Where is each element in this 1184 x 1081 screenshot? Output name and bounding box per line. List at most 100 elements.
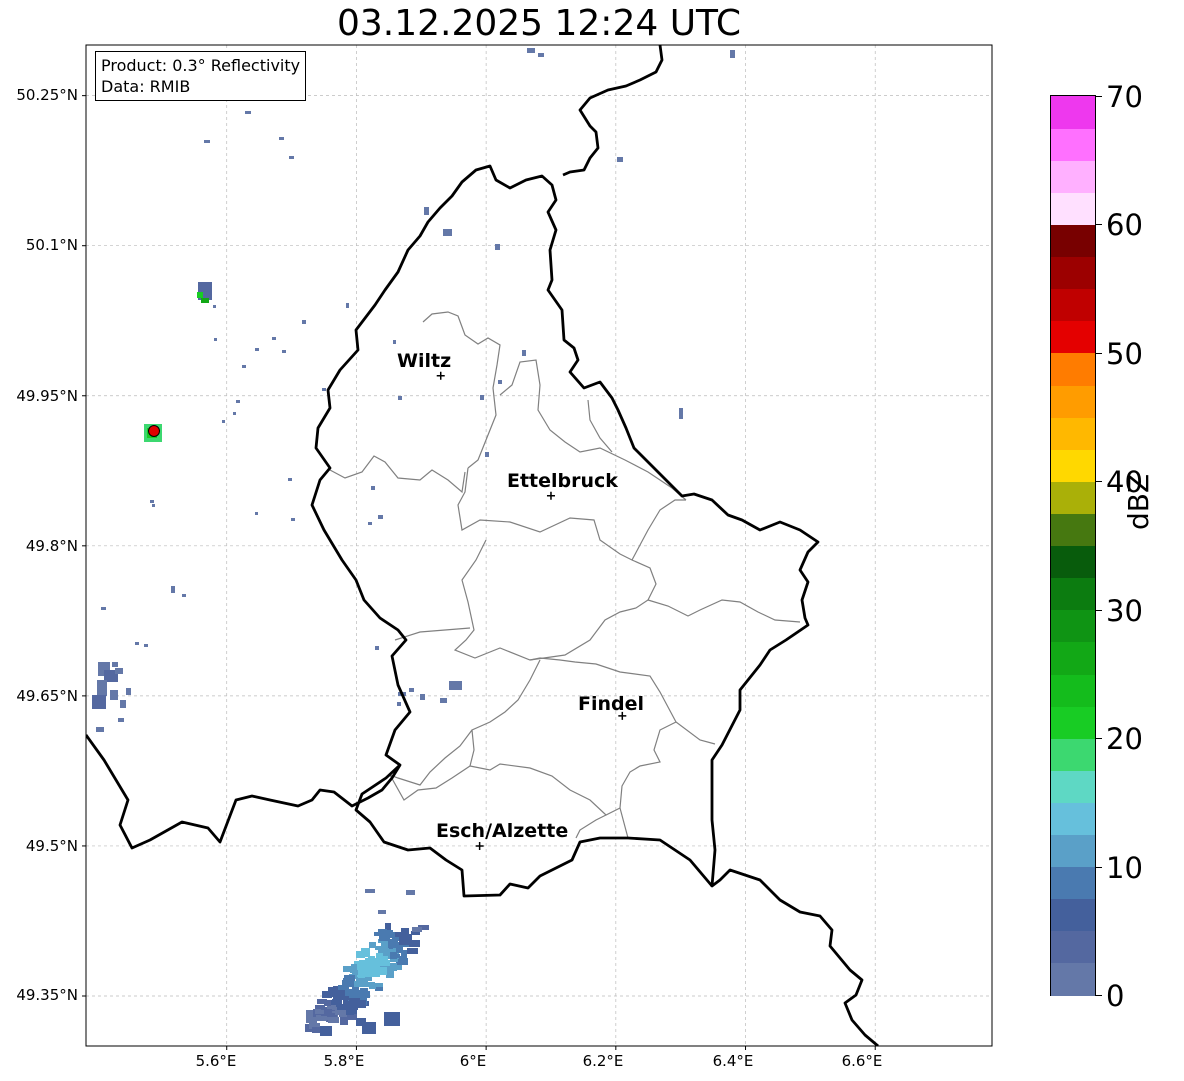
echo-cell	[112, 662, 118, 667]
echo-cell	[302, 320, 306, 324]
axis-tickmarks	[82, 95, 876, 1050]
echo-cell	[440, 698, 447, 703]
city-marker	[546, 491, 555, 500]
echo-cell	[288, 478, 292, 481]
colorbar-segment	[1051, 192, 1095, 226]
echo-cell	[150, 500, 154, 503]
echo-cell	[538, 53, 544, 57]
echo-cell	[390, 965, 402, 970]
echo-cell	[343, 966, 352, 972]
echo-cell	[324, 1000, 331, 1006]
echo-cell	[272, 337, 276, 340]
echo-cell	[337, 1004, 347, 1010]
echo-cell	[409, 688, 414, 692]
colorbar-segment	[1051, 577, 1095, 611]
city-label-ettelbruck: Ettelbruck	[507, 470, 618, 492]
lat-tick-label: 49.95°N	[16, 387, 78, 405]
canton-boundaries	[329, 311, 801, 839]
echo-cell	[322, 388, 326, 391]
echo-cell	[480, 395, 484, 400]
echo-cell	[352, 986, 359, 994]
colorbar-segment	[1051, 673, 1095, 707]
echo-cell	[398, 396, 402, 400]
echo-cell	[233, 412, 236, 415]
echo-cell	[236, 400, 240, 403]
colorbar-tick-label: 70	[1106, 80, 1143, 114]
colorbar-tickmark	[1096, 867, 1102, 868]
echo-cell	[96, 727, 104, 732]
colorbar-segment	[1051, 384, 1095, 418]
colorbar-segment	[1051, 288, 1095, 322]
lon-tick-label: 6°E	[459, 1052, 487, 1070]
echo-cell	[397, 702, 401, 706]
echo-cell	[401, 950, 407, 956]
echo-cell	[306, 1017, 317, 1023]
radar-echoes	[92, 48, 735, 1036]
colorbar-segment	[1051, 481, 1095, 514]
echo-cell	[197, 292, 203, 298]
city-markers	[436, 371, 627, 850]
echo-cell	[110, 690, 118, 700]
radar-map	[82, 44, 993, 1050]
colorbar-segment	[1051, 417, 1095, 450]
graticule	[86, 45, 992, 1046]
colorbar-segment	[1051, 706, 1095, 739]
echo-cell	[386, 970, 394, 978]
lon-tick-label: 5.6°E	[195, 1052, 237, 1070]
echo-cell	[379, 960, 390, 966]
echo-cell	[333, 990, 345, 995]
colorbar-tickmark	[1096, 224, 1102, 225]
echo-cell	[375, 646, 379, 650]
echo-cell	[527, 48, 535, 53]
colorbar-segment	[1051, 770, 1095, 803]
lon-tick-label: 6.2°E	[582, 1052, 624, 1070]
echo-cell	[449, 681, 462, 690]
echo-cell	[291, 518, 295, 521]
lat-tick-label: 49.35°N	[16, 986, 78, 1004]
echo-cell	[443, 229, 452, 236]
echo-cell	[522, 350, 526, 356]
echo-cell	[171, 586, 175, 593]
dbz-colorbar	[1050, 95, 1096, 996]
echo-cell	[316, 1010, 324, 1014]
echo-cell	[485, 452, 489, 457]
echo-cell	[222, 420, 225, 423]
colorbar-segment	[1051, 930, 1095, 964]
echo-cell	[412, 927, 422, 932]
echo-cell	[376, 953, 383, 958]
echo-cell	[101, 607, 106, 610]
echo-cell	[393, 340, 396, 344]
echo-cell	[242, 365, 246, 368]
echo-cell	[118, 718, 124, 722]
colorbar-segment	[1051, 545, 1095, 579]
echo-cell	[358, 991, 370, 998]
city-marker	[436, 371, 445, 380]
radar-site-dot	[148, 425, 160, 437]
echo-cell	[399, 938, 409, 945]
echo-cell	[204, 140, 210, 143]
lon-tick-label: 6.6°E	[841, 1052, 883, 1070]
echo-cell	[495, 244, 500, 250]
city-label-esch-alzette: Esch/Alzette	[436, 820, 569, 842]
colorbar-tickmark	[1096, 481, 1102, 482]
colorbar-segment	[1051, 128, 1095, 161]
city-label-wiltz: Wiltz	[397, 350, 452, 372]
echo-cell	[245, 111, 251, 114]
echo-cell	[498, 380, 502, 384]
echo-cell	[289, 156, 294, 159]
echo-cell	[144, 644, 148, 647]
colorbar-segment	[1051, 256, 1095, 290]
echo-cell	[420, 694, 425, 700]
colorbar-segment	[1051, 513, 1095, 547]
echo-cell	[381, 942, 388, 948]
colorbar-segment	[1051, 449, 1095, 482]
lat-tick-label: 49.8°N	[25, 537, 78, 555]
echo-cell	[406, 890, 415, 895]
echo-cell	[282, 350, 286, 353]
colorbar-tick-label: 50	[1106, 337, 1143, 371]
echo-cell	[407, 948, 418, 954]
colorbar-tickmark	[1096, 610, 1102, 611]
lon-tick-label: 5.8°E	[323, 1052, 365, 1070]
city-marker	[475, 841, 484, 850]
echo-cell	[369, 942, 376, 948]
